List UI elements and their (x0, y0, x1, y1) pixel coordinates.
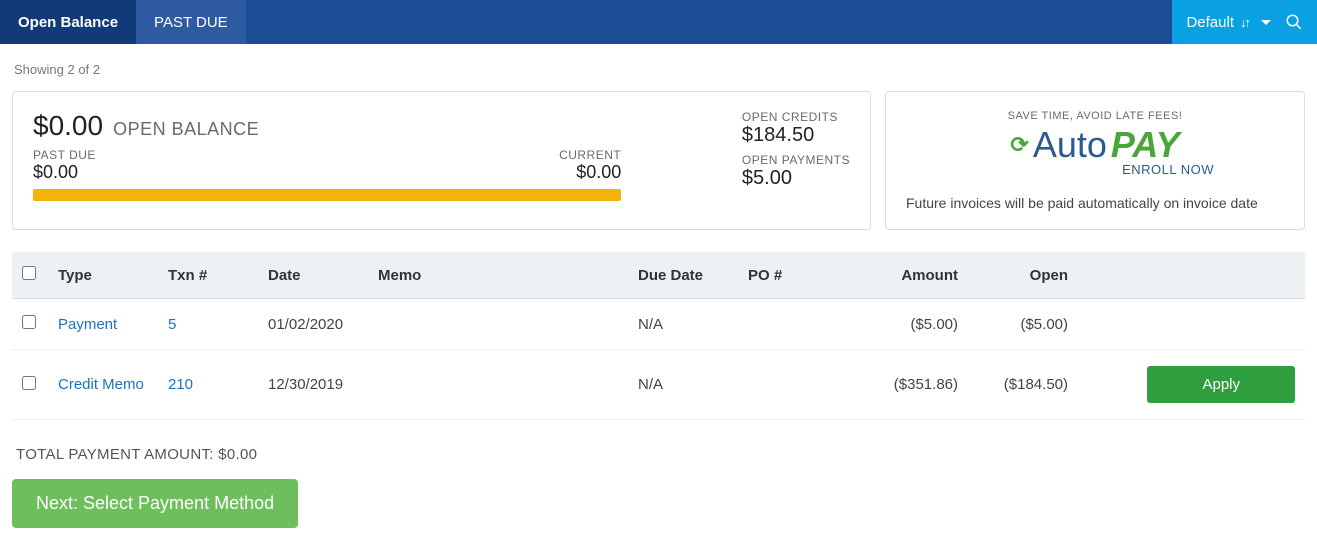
row-checkbox[interactable] (22, 315, 36, 329)
autopay-description: Future invoices will be paid automatical… (906, 195, 1284, 211)
col-header-po[interactable]: PO # (738, 252, 858, 299)
col-header-memo[interactable]: Memo (368, 252, 628, 299)
select-all-checkbox[interactable] (22, 266, 36, 280)
refresh-icon: ⟳ (1010, 132, 1028, 158)
balance-progress-bar (33, 189, 621, 201)
open-credits-label: OPEN CREDITS (742, 110, 850, 124)
col-header-open[interactable]: Open (968, 252, 1078, 299)
table-row: Payment501/02/2020 N/A ($5.00)($5.00) (12, 299, 1305, 350)
row-type-link[interactable]: Payment (48, 299, 158, 350)
row-po (738, 350, 858, 420)
apply-button[interactable]: Apply (1147, 366, 1295, 403)
sort-arrows-icon: ↓↑ (1240, 15, 1249, 30)
past-due-label: PAST DUE (33, 148, 96, 162)
row-due: N/A (628, 350, 738, 420)
total-payment-line: TOTAL PAYMENT AMOUNT: $0.00 (16, 446, 1305, 463)
current-amount: $0.00 (559, 162, 621, 183)
total-payment-label: TOTAL PAYMENT AMOUNT: (16, 446, 218, 463)
row-po (738, 299, 858, 350)
row-checkbox[interactable] (22, 376, 36, 390)
past-due-amount: $0.00 (33, 162, 96, 183)
row-open: ($5.00) (968, 299, 1078, 350)
row-amount: ($351.86) (858, 350, 968, 420)
balance-summary-card: $0.00 OPEN BALANCE PAST DUE $0.00 CURREN… (12, 91, 871, 230)
row-open: ($184.50) (968, 350, 1078, 420)
row-txn-link[interactable]: 5 (158, 299, 258, 350)
row-date: 12/30/2019 (258, 350, 368, 420)
open-credits-amount: $184.50 (742, 124, 850, 147)
open-balance-amount: $0.00 (33, 110, 103, 142)
open-payments-label: OPEN PAYMENTS (742, 153, 850, 167)
sort-dropdown[interactable]: Default ↓↑ (1186, 14, 1271, 31)
autopay-card[interactable]: SAVE TIME, AVOID LATE FEES! ⟳ Auto PAY E… (885, 91, 1305, 230)
autopay-tagline: SAVE TIME, AVOID LATE FEES! (906, 110, 1284, 122)
col-header-due[interactable]: Due Date (628, 252, 738, 299)
next-select-payment-button[interactable]: Next: Select Payment Method (12, 479, 298, 528)
tab-open-balance[interactable]: Open Balance (0, 0, 136, 44)
col-header-date[interactable]: Date (258, 252, 368, 299)
nav-right-controls: Default ↓↑ (1172, 0, 1317, 44)
autopay-logo: ⟳ Auto PAY (906, 124, 1284, 166)
autopay-auto-text: Auto (1033, 124, 1107, 166)
autopay-pay-text: PAY (1111, 124, 1180, 166)
search-icon[interactable] (1285, 13, 1303, 31)
sort-label: Default (1186, 14, 1234, 31)
row-txn-link[interactable]: 210 (158, 350, 258, 420)
top-nav: Open Balance PAST DUE Default ↓↑ (0, 0, 1317, 44)
table-row: Credit Memo21012/30/2019 N/A ($351.86)($18… (12, 350, 1305, 420)
showing-count: Showing 2 of 2 (14, 62, 1305, 77)
total-payment-value: $0.00 (218, 446, 257, 463)
row-date: 01/02/2020 (258, 299, 368, 350)
row-memo (368, 350, 628, 420)
tab-past-due[interactable]: PAST DUE (136, 0, 246, 44)
chevron-down-icon (1261, 20, 1271, 25)
transactions-table: Type Txn # Date Memo Due Date PO # Amoun… (12, 252, 1305, 420)
current-label: CURRENT (559, 148, 621, 162)
table-header-row: Type Txn # Date Memo Due Date PO # Amoun… (12, 252, 1305, 299)
row-type-link[interactable]: Credit Memo (48, 350, 158, 420)
col-header-type[interactable]: Type (48, 252, 158, 299)
col-header-txn[interactable]: Txn # (158, 252, 258, 299)
row-amount: ($5.00) (858, 299, 968, 350)
open-payments-amount: $5.00 (742, 167, 850, 190)
row-memo (368, 299, 628, 350)
open-balance-label: OPEN BALANCE (113, 119, 259, 140)
col-header-amount[interactable]: Amount (858, 252, 968, 299)
row-due: N/A (628, 299, 738, 350)
